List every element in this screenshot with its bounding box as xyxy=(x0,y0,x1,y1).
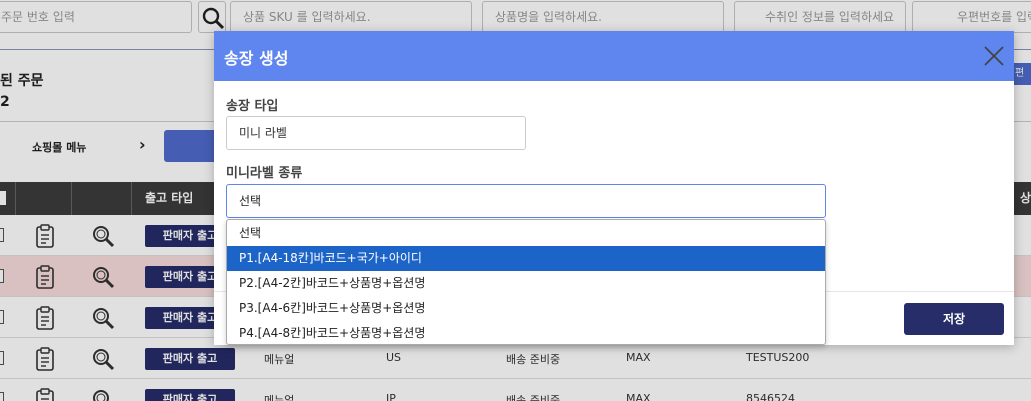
modal-header: 송장 생성 xyxy=(214,31,1014,81)
dropdown-option-selected[interactable]: P1.[A4-18칸]바코드+국가+아이디 xyxy=(227,246,825,271)
mini-label-kind-select[interactable]: 선택 xyxy=(226,184,826,218)
invoice-type-field[interactable]: 미니 라벨 xyxy=(226,116,526,150)
dropdown-option[interactable]: P2.[A4-2칸]바코드+상품명+옵션명 xyxy=(227,271,825,296)
invoice-create-modal: 송장 생성 송장 타입 미니 라벨 미니라벨 종류 선택 저장 선택 P1.[A… xyxy=(214,31,1014,345)
invoice-type-label: 송장 타입 xyxy=(226,99,279,114)
dropdown-option[interactable]: P3.[A4-6칸]바코드+상품명+옵션명 xyxy=(227,296,825,321)
close-icon[interactable] xyxy=(982,44,1006,68)
dropdown-option[interactable]: P4.[A4-8칸]바코드+상품명+옵션명 xyxy=(227,321,825,344)
dropdown-option[interactable]: 선택 xyxy=(227,221,825,246)
modal-title: 송장 생성 xyxy=(224,49,289,68)
mini-label-kind-dropdown: 선택 P1.[A4-18칸]바코드+국가+아이디 P2.[A4-2칸]바코드+상… xyxy=(226,219,826,345)
mini-label-kind-label: 미니라벨 종류 xyxy=(226,166,303,181)
save-button[interactable]: 저장 xyxy=(904,303,1004,335)
